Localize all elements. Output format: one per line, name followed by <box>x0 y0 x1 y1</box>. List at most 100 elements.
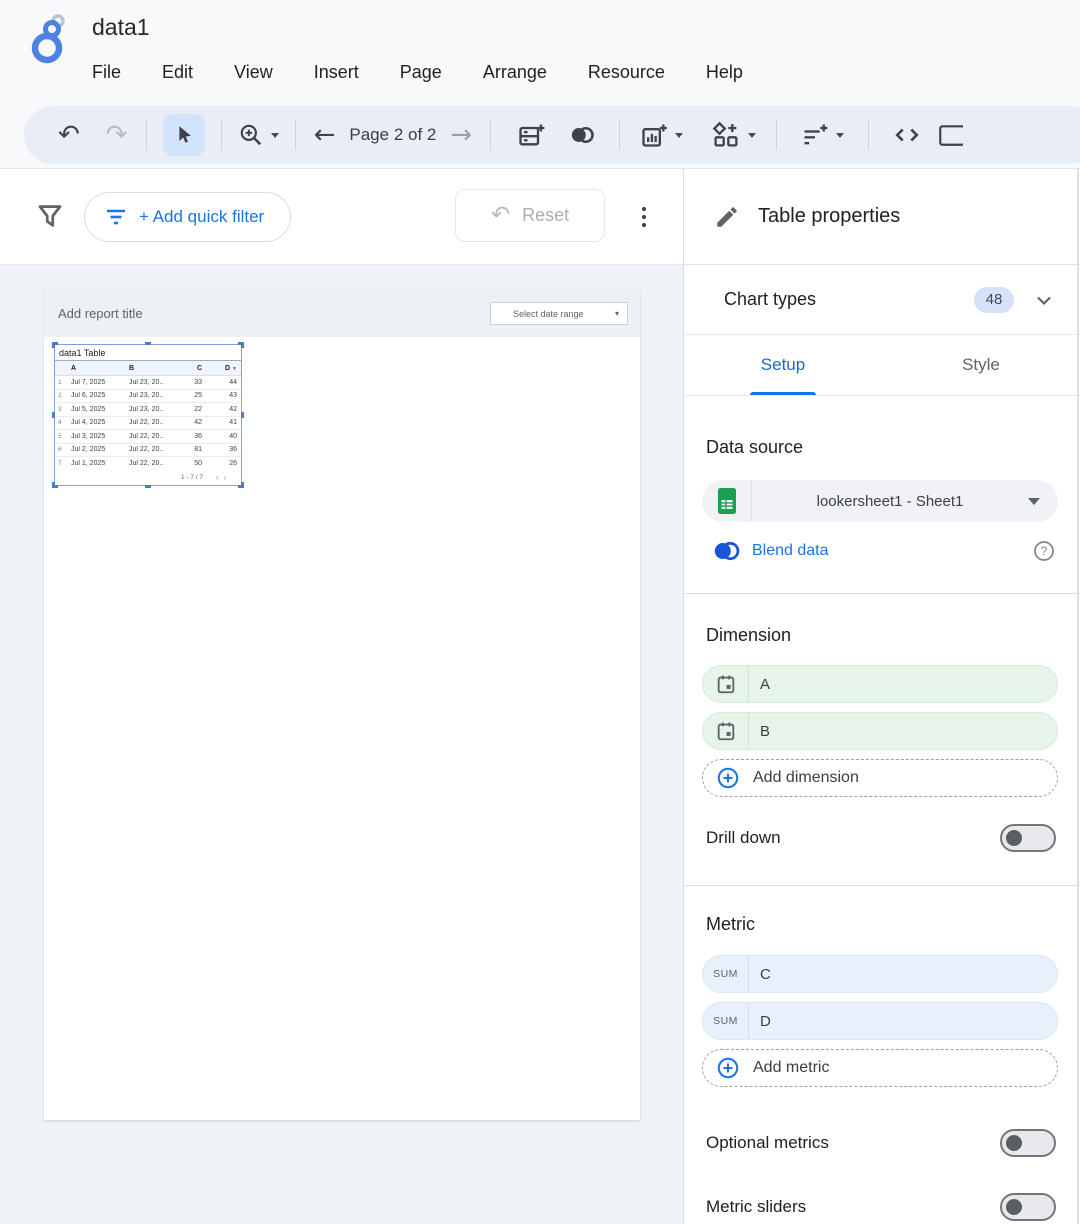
chart-types-selector[interactable]: Chart types 48 <box>684 265 1080 335</box>
tab-style[interactable]: Style <box>882 335 1080 395</box>
code-icon <box>891 122 923 148</box>
sort-desc-icon: ▼ <box>232 366 237 372</box>
undo-button[interactable]: ↶ <box>58 122 80 148</box>
table-chart-widget[interactable]: data1 Table A B C D▼ 1 Jul 7, 2025 Jul 2… <box>55 345 241 485</box>
redo-button[interactable]: ↷ <box>106 122 128 148</box>
dropdown-arrow-icon <box>1028 498 1040 505</box>
toolbar-divider <box>776 120 777 150</box>
menu-resource[interactable]: Resource <box>586 58 667 87</box>
dimension-chip-b[interactable]: B <box>702 712 1058 750</box>
calendar-icon <box>703 666 749 702</box>
community-visualizations-button[interactable] <box>711 120 756 150</box>
panel-scrollbar-track[interactable] <box>1077 168 1079 1224</box>
report-title-placeholder[interactable]: Add report title <box>58 306 143 321</box>
table-pagination: 1 - 7 / 7 ‹› <box>55 471 241 484</box>
chevron-down-icon[interactable] <box>1032 288 1056 312</box>
report-header-strip: Add report title Select date range ▾ <box>44 290 640 337</box>
dimension-heading: Dimension <box>706 625 1080 646</box>
drill-down-row: Drill down <box>706 824 1056 852</box>
menu-arrange[interactable]: Arrange <box>481 58 549 87</box>
more-options-button[interactable] <box>630 201 658 233</box>
toolbar: ↶ ↷ ← Page 2 of 2 → <box>24 106 1080 164</box>
add-data-button[interactable] <box>517 121 545 149</box>
plus-circle-icon <box>716 1056 740 1080</box>
metric-sliders-toggle[interactable] <box>1000 1193 1056 1221</box>
panel-header: Table properties <box>684 169 1080 265</box>
select-tool-button[interactable] <box>163 114 205 156</box>
chevron-down-icon: ▾ <box>615 309 619 318</box>
add-control-icon <box>801 121 829 149</box>
metric-chip-d[interactable]: SUM D <box>702 1002 1058 1040</box>
embed-button[interactable] <box>891 122 923 148</box>
metric-chip-label: C <box>760 966 771 983</box>
table-row: 3 Jul 5, 2025 Jul 23, 20.. 22 42 <box>55 403 241 417</box>
blend-icon <box>567 122 597 148</box>
table-row: 7 Jul 1, 2025 Jul 22, 20.. 50 26 <box>55 457 241 471</box>
report-page: Add report title Select date range ▾ dat… <box>44 290 640 1120</box>
filter-icon <box>35 201 65 231</box>
pencil-icon <box>714 204 740 230</box>
top-bar: data1 File Edit View Insert Page Arrange… <box>0 0 1080 168</box>
dimension-chip-label: A <box>760 676 770 693</box>
zoom-tool-button[interactable] <box>238 122 279 148</box>
dimension-chip-a[interactable]: A <box>702 665 1058 703</box>
panel-title: Table properties <box>758 205 900 228</box>
page-indicator[interactable]: Page 2 of 2 <box>349 125 436 145</box>
properties-panel: Table properties Chart types 48 Setup St… <box>683 168 1080 1224</box>
panel-tabs: Setup Style <box>684 335 1080 396</box>
column-header-c[interactable]: C <box>180 365 206 372</box>
tab-setup[interactable]: Setup <box>684 335 882 395</box>
menu-view[interactable]: View <box>232 58 275 87</box>
add-quick-filter-button[interactable]: + Add quick filter <box>84 192 291 242</box>
metric-chip-c[interactable]: SUM C <box>702 955 1058 993</box>
cursor-icon <box>173 124 195 146</box>
date-range-control[interactable]: Select date range ▾ <box>490 302 628 325</box>
reset-button[interactable]: ↶ Reset <box>455 189 605 242</box>
svg-text:?: ? <box>1041 544 1048 558</box>
table-header-row: A B C D▼ <box>55 361 241 376</box>
report-settings-button[interactable] <box>937 121 963 149</box>
table-row: 2 Jul 6, 2025 Jul 23, 20.. 25 43 <box>55 390 241 404</box>
add-chart-button[interactable] <box>640 121 683 149</box>
table-row: 1 Jul 7, 2025 Jul 23, 20.. 33 44 <box>55 376 241 390</box>
optional-metrics-toggle[interactable] <box>1000 1129 1056 1157</box>
quick-filter-bar: + Add quick filter ↶ Reset <box>0 168 683 265</box>
data-source-heading: Data source <box>706 437 1080 458</box>
help-icon[interactable]: ? <box>1032 539 1056 563</box>
optional-metrics-label: Optional metrics <box>706 1133 829 1153</box>
previous-page-button[interactable]: ← <box>314 122 336 148</box>
column-header-d[interactable]: D▼ <box>206 365 241 372</box>
filter-list-icon <box>105 208 127 226</box>
menu-help[interactable]: Help <box>704 58 745 87</box>
toolbar-divider <box>221 120 222 150</box>
pagination-arrows[interactable]: ‹› <box>206 473 241 482</box>
next-page-button[interactable]: → <box>450 122 472 148</box>
menu-file[interactable]: File <box>90 58 123 87</box>
menu-insert[interactable]: Insert <box>312 58 361 87</box>
report-title[interactable]: data1 <box>92 14 150 41</box>
drill-down-toggle[interactable] <box>1000 824 1056 852</box>
drill-down-label: Drill down <box>706 828 781 848</box>
metric-sliders-label: Metric sliders <box>706 1197 806 1217</box>
toolbar-divider <box>490 120 491 150</box>
zoom-icon <box>238 122 264 148</box>
report-canvas: Add report title Select date range ▾ dat… <box>0 265 683 1224</box>
blend-icon <box>710 538 742 564</box>
data-source-selector[interactable]: lookersheet1 - Sheet1 <box>702 480 1058 522</box>
menu-page[interactable]: Page <box>398 58 444 87</box>
section-divider <box>684 593 1080 594</box>
looker-studio-logo-icon[interactable] <box>24 10 76 66</box>
column-header-b[interactable]: B <box>125 365 180 372</box>
sheets-icon <box>702 480 752 522</box>
add-dimension-button[interactable]: Add dimension <box>702 759 1058 797</box>
toolbar-divider <box>868 120 869 150</box>
add-metric-button[interactable]: Add metric <box>702 1049 1058 1087</box>
blend-data-button[interactable] <box>567 122 597 148</box>
blend-data-link[interactable]: Blend data <box>752 542 829 560</box>
menu-edit[interactable]: Edit <box>160 58 195 87</box>
table-row: 6 Jul 2, 2025 Jul 22, 20.. 81 36 <box>55 444 241 458</box>
dimension-chip-label: B <box>760 723 770 740</box>
add-control-button[interactable] <box>801 121 844 149</box>
column-header-a[interactable]: A <box>67 365 125 372</box>
add-dimension-label: Add dimension <box>753 769 859 787</box>
